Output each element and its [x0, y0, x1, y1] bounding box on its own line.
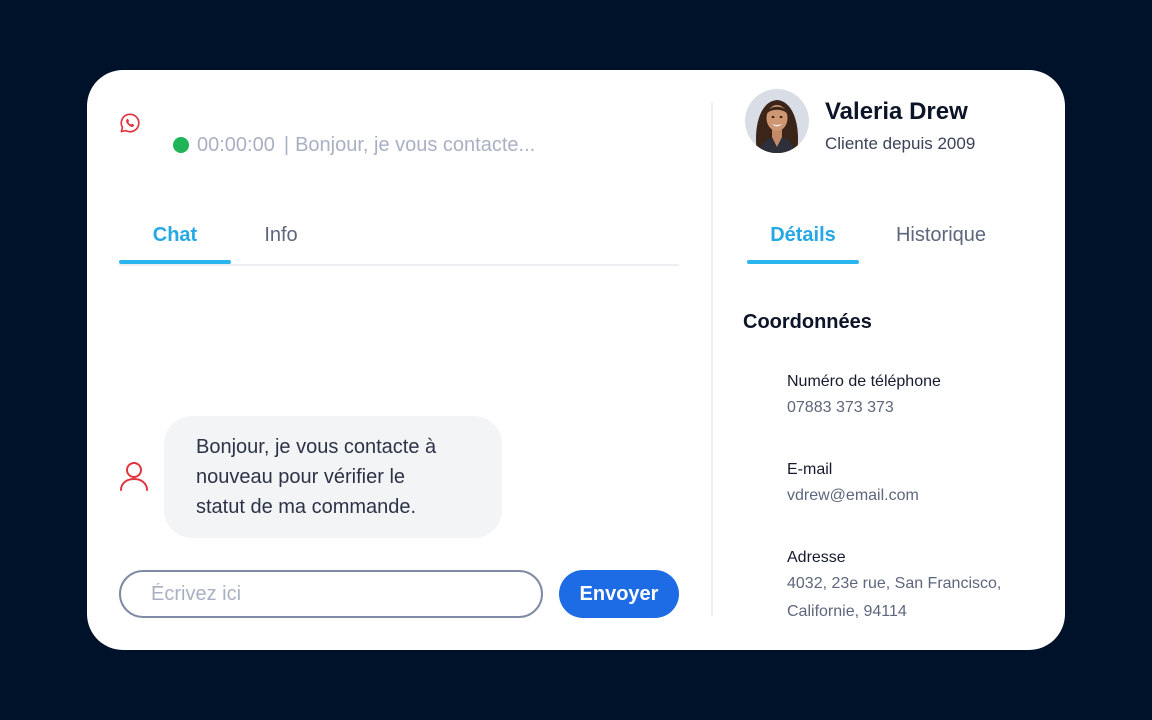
phone-value: 07883 373 373 — [787, 399, 894, 416]
avatar — [745, 89, 809, 153]
address-field: Adresse 4032, 23e rue, San Francisco, Ca… — [787, 547, 1047, 626]
phone-label: Numéro de téléphone — [787, 373, 941, 390]
email-label: E-mail — [787, 461, 833, 478]
conversation-tabs: Chat Info — [119, 218, 679, 266]
tab-history[interactable]: Historique — [875, 218, 1007, 262]
customer-name: Valeria Drew — [825, 98, 968, 125]
address-line: Californie, 94114 — [787, 603, 907, 620]
customer-chat-card: 00:00:00 | Bonjour, je vous contacte... … — [87, 70, 1065, 650]
email-value: vdrew@email.com — [787, 487, 919, 504]
email-field: E-mail vdrew@email.com — [787, 459, 1047, 510]
tab-details[interactable]: Détails — [747, 218, 859, 264]
status-separator: | — [283, 133, 290, 156]
contact-section-title: Coordonnées — [743, 311, 872, 333]
message-line: Bonjour, je vous contacte à — [196, 436, 437, 458]
message-line: nouveau pour vérifier le — [196, 466, 406, 488]
user-icon — [118, 460, 150, 492]
incoming-message-bubble: Bonjour, je vous contacte à nouveau pour… — [164, 416, 502, 538]
call-status: 00:00:00 | Bonjour, je vous contacte... — [173, 131, 535, 159]
address-line: 4032, 23e rue, San Francisco, — [787, 575, 1002, 592]
customer-tabs: Détails Historique — [747, 218, 1027, 264]
tab-chat[interactable]: Chat — [119, 218, 231, 264]
tab-info[interactable]: Info — [231, 218, 331, 262]
panel-divider — [711, 102, 713, 616]
conversation-preview: Bonjour, je vous contacte... — [295, 133, 536, 156]
whatsapp-icon — [119, 112, 141, 134]
call-timer: 00:00:00 — [197, 133, 275, 156]
send-button[interactable]: Envoyer — [559, 570, 679, 618]
message-input[interactable] — [119, 570, 543, 618]
phone-field: Numéro de téléphone 07883 373 373 — [787, 371, 1047, 422]
message-line: statut de ma commande. — [196, 496, 417, 518]
customer-since: Cliente depuis 2009 — [825, 134, 976, 153]
address-label: Adresse — [787, 549, 846, 566]
online-status-dot — [173, 137, 189, 153]
